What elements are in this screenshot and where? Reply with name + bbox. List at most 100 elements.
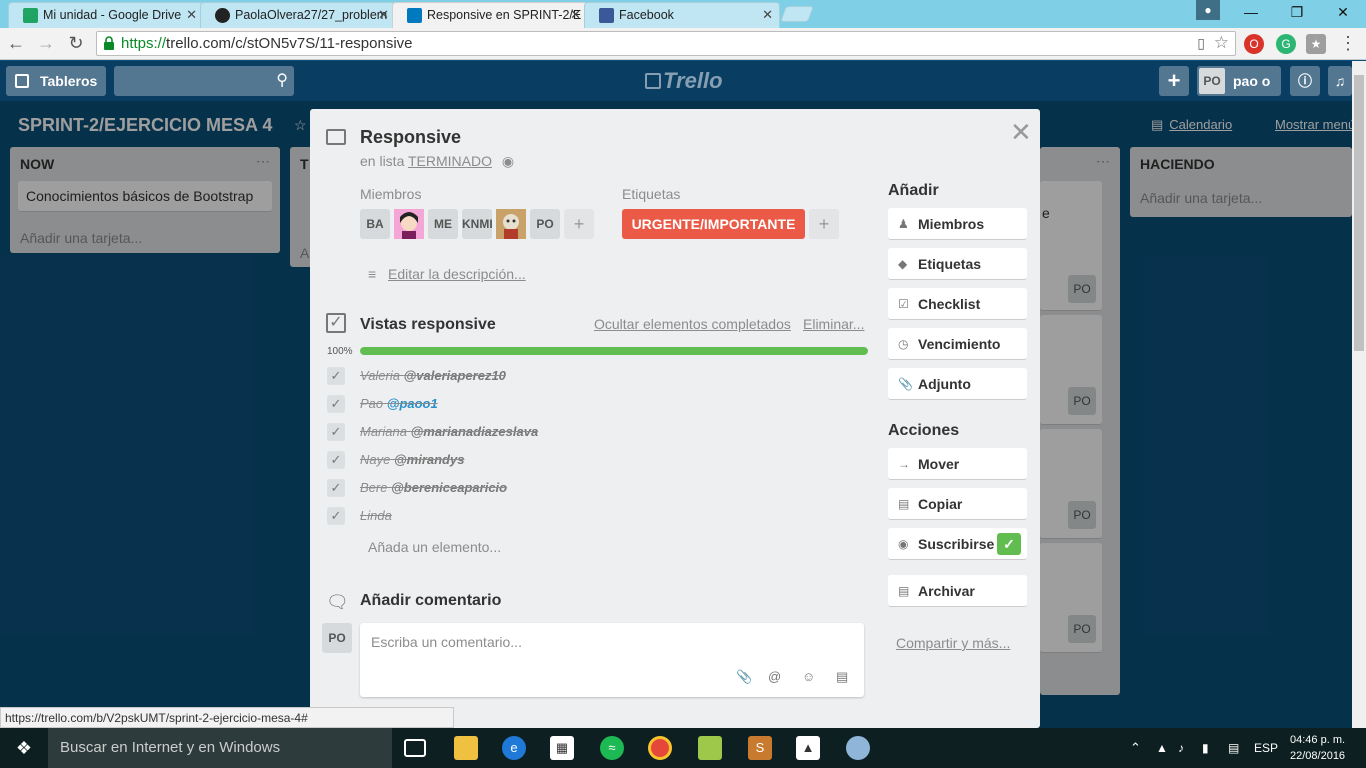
sublime-text-icon[interactable]: S	[748, 736, 772, 760]
mention-icon[interactable]: @	[768, 669, 781, 684]
trello-logo[interactable]: Trello	[645, 68, 723, 94]
member-avatar-picture[interactable]	[394, 209, 424, 239]
boards-button[interactable]: Tableros	[6, 66, 106, 96]
scrollbar-thumb[interactable]	[1354, 75, 1364, 351]
action-center-icon[interactable]: ▤	[1228, 728, 1239, 768]
taskbar-clock[interactable]: 04:46 p. m. 22/08/2016	[1290, 732, 1345, 764]
checklist-item[interactable]: Linda	[360, 508, 392, 523]
file-explorer-icon[interactable]	[454, 736, 478, 760]
wifi-icon[interactable]: ▲	[1156, 728, 1168, 768]
checklist-item[interactable]: Mariana @marianadiazeslava	[360, 424, 538, 439]
edit-description-link[interactable]: Editar la descripción...	[388, 266, 526, 282]
share-link[interactable]: Compartir y más...	[896, 635, 1010, 651]
close-icon[interactable]: ✕	[186, 7, 197, 23]
tab-google-drive[interactable]: Mi unidad - Google Drive ✕	[8, 2, 204, 28]
emoji-icon[interactable]: ☺	[802, 669, 815, 684]
close-icon[interactable]: ✕	[1010, 117, 1032, 148]
chrome-icon[interactable]	[648, 736, 672, 760]
info-icon[interactable]: ⓘ	[1290, 66, 1320, 96]
edge-browser-icon[interactable]: e	[502, 736, 526, 760]
translate-icon[interactable]: ▯	[1197, 35, 1205, 52]
checklist-item-checkbox[interactable]: ✓	[327, 507, 345, 525]
checklist-item[interactable]: Valeria @valeriaperez10	[360, 368, 506, 383]
move-button[interactable]: → Mover	[888, 448, 1027, 480]
add-item-link[interactable]: Añada un elemento...	[368, 539, 501, 555]
battery-icon[interactable]: ▮	[1202, 728, 1209, 768]
window-close-button[interactable]: ✕	[1320, 0, 1366, 24]
page-scrollbar[interactable]	[1352, 61, 1366, 728]
member-avatar[interactable]: BA	[360, 209, 390, 239]
photos-icon[interactable]: ▲	[796, 736, 820, 760]
list-name-link[interactable]: TERMINADO	[408, 153, 492, 169]
new-tab-button[interactable]	[780, 6, 814, 22]
chrome-profile-icon[interactable]: ●	[1196, 0, 1220, 20]
labels-label: Etiquetas	[622, 186, 681, 202]
delete-checklist-link[interactable]: Eliminar...	[803, 316, 864, 332]
attachment-icon[interactable]: 📎	[736, 669, 752, 685]
member-menu-button[interactable]: PO pao o	[1197, 66, 1281, 96]
windows-start-icon[interactable]: ❖	[0, 728, 48, 768]
task-view-icon[interactable]	[404, 739, 426, 757]
maximize-button[interactable]: ❐	[1274, 0, 1320, 24]
add-button[interactable]: +	[1159, 66, 1189, 96]
search-input[interactable]: ⚲	[114, 66, 294, 96]
label-urgent[interactable]: URGENTE/IMPORTANTE	[622, 209, 805, 239]
attachment-button[interactable]: 📎 Adjunto	[888, 368, 1027, 400]
copy-button[interactable]: ▤ Copiar	[888, 488, 1027, 520]
member-avatar[interactable]: PO	[530, 209, 560, 239]
paint-icon[interactable]	[846, 736, 870, 760]
card-title[interactable]: Responsive	[360, 127, 461, 148]
checklist-item[interactable]: Bere @bereniceaparicio	[360, 480, 507, 495]
checklist-item[interactable]: Naye @mirandys	[360, 452, 464, 467]
trello-logo-icon	[645, 73, 661, 89]
checklist-item[interactable]: Pao @paoo1	[360, 396, 438, 411]
checklist-item-checkbox[interactable]: ✓	[327, 479, 345, 497]
hide-completed-link[interactable]: Ocultar elementos completados	[594, 316, 791, 332]
tab-facebook[interactable]: Facebook ✕	[584, 2, 780, 28]
add-member-button[interactable]: +	[564, 209, 594, 239]
member-avatar[interactable]: KNMI	[462, 209, 493, 239]
archive-button[interactable]: ▤ Archivar	[888, 575, 1027, 607]
grammarly-extension-icon[interactable]: G	[1276, 34, 1296, 54]
close-icon[interactable]: ✕	[378, 7, 389, 23]
checklist-item-checkbox[interactable]: ✓	[327, 367, 345, 385]
checklist-item-checkbox[interactable]: ✓	[327, 451, 345, 469]
tray-expand-icon[interactable]: ⌃	[1130, 728, 1141, 768]
checklist-button[interactable]: ☑ Checklist	[888, 288, 1027, 320]
minimize-button[interactable]: —	[1228, 0, 1274, 24]
tab-trello[interactable]: Responsive en SPRINT-2/E ✕	[392, 2, 588, 28]
store-icon[interactable]: ▦	[550, 736, 574, 760]
bookmark-star-icon[interactable]: ☆	[1214, 33, 1229, 53]
spotify-icon[interactable]: ≈	[600, 736, 624, 760]
members-button[interactable]: ♟ Miembros	[888, 208, 1027, 240]
taskbar-search-input[interactable]: Buscar en Internet y en Windows	[48, 728, 392, 768]
volume-icon[interactable]: ♪	[1178, 728, 1184, 768]
forward-icon[interactable]: →	[34, 32, 58, 56]
reload-icon[interactable]: ↻	[64, 32, 88, 56]
comment-input[interactable]: Escriba un comentario... 📎 @ ☺ ▤	[360, 623, 864, 697]
close-icon[interactable]: ✕	[570, 7, 581, 23]
eye-icon[interactable]: ◉	[502, 153, 514, 169]
member-avatar-picture[interactable]	[496, 209, 526, 239]
sticky-notes-icon[interactable]	[698, 736, 722, 760]
avatar-illustration	[394, 209, 424, 239]
close-icon[interactable]: ✕	[762, 7, 773, 23]
labels-button[interactable]: ◆ Etiquetas	[888, 248, 1027, 280]
extension-icon[interactable]: ★	[1306, 34, 1326, 54]
notifications-bell-icon[interactable]: ♫	[1328, 66, 1352, 96]
language-indicator[interactable]: ESP	[1254, 728, 1278, 768]
opera-extension-icon[interactable]: O	[1244, 34, 1264, 54]
chrome-menu-icon[interactable]: ⋮	[1336, 32, 1360, 56]
member-avatar[interactable]: ME	[428, 209, 458, 239]
add-label-button[interactable]: +	[809, 209, 839, 239]
checklist-item-checkbox[interactable]: ✓	[327, 395, 345, 413]
subscribe-button[interactable]: ◉ Suscribirse ✓	[888, 528, 1027, 560]
checklist-title[interactable]: Vistas responsive	[360, 316, 496, 334]
checklist-item-checkbox[interactable]: ✓	[327, 423, 345, 441]
back-icon[interactable]: ←	[4, 32, 28, 56]
checklist-item-mention[interactable]: @paoo1	[387, 396, 438, 411]
card-link-icon[interactable]: ▤	[836, 669, 848, 685]
tab-github[interactable]: PaolaOlvera27/27_problem ✕	[200, 2, 396, 28]
due-date-button[interactable]: ◷ Vencimiento	[888, 328, 1027, 360]
address-bar[interactable]: https://trello.com/c/stON5v7S/11-respons…	[96, 31, 1236, 56]
